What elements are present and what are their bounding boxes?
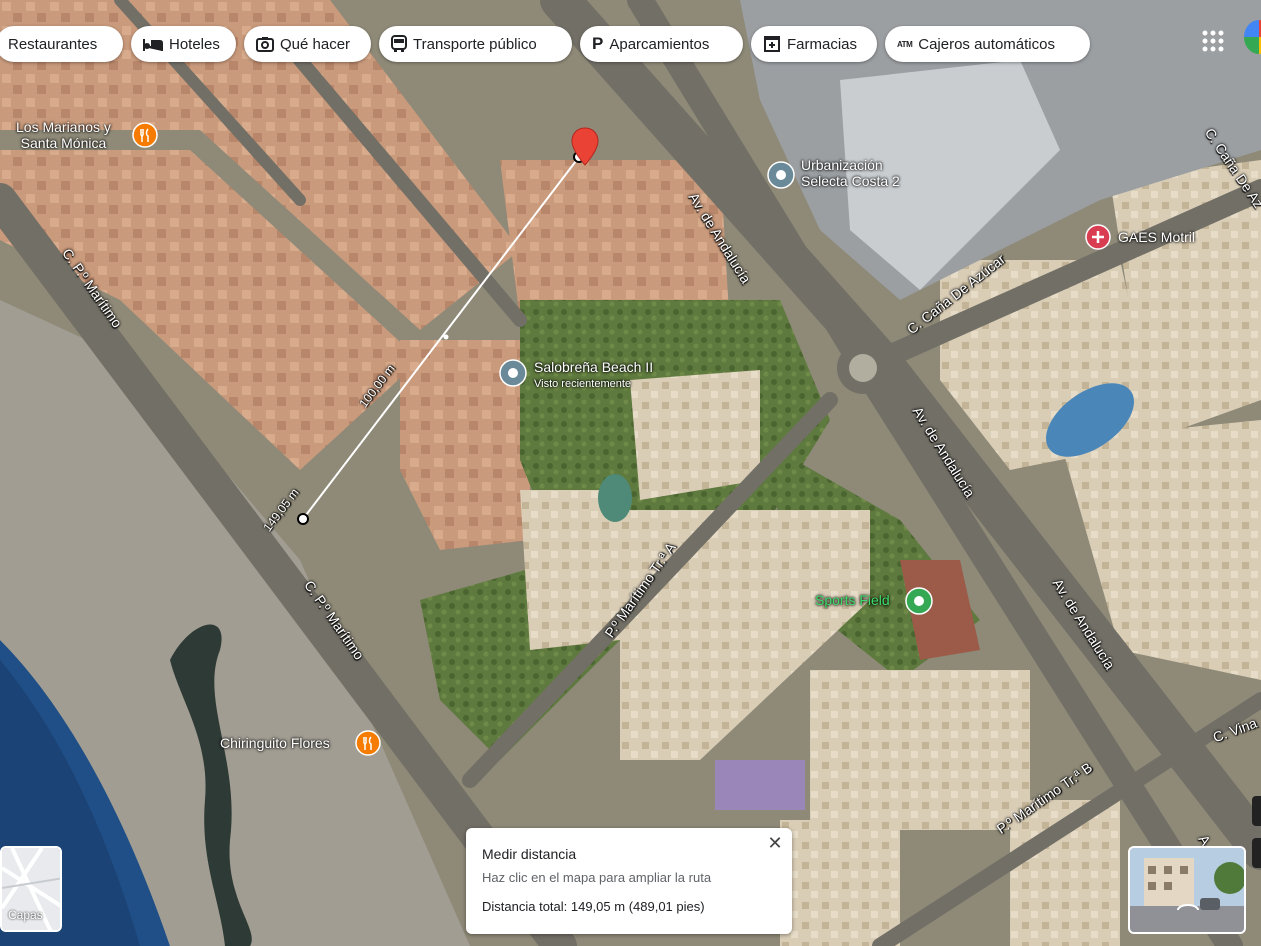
measure-distance-panel: ✕ Medir distancia Haz clic en el mapa pa…	[466, 828, 792, 934]
apps-grid-icon[interactable]	[1198, 26, 1228, 56]
sports-icon[interactable]	[905, 587, 933, 615]
parking-icon: P	[592, 34, 604, 53]
map-control-edge[interactable]	[1252, 796, 1261, 826]
satellite-map[interactable]	[0, 0, 1261, 946]
poi-marker-icon[interactable]	[499, 359, 527, 387]
chip-transporte[interactable]: Transporte público	[379, 26, 572, 62]
chip-label: Transporte público	[413, 35, 537, 53]
pharmacy-icon	[764, 36, 780, 52]
medical-icon[interactable]	[1085, 224, 1111, 250]
street-view-image	[1130, 848, 1244, 932]
bus-icon	[391, 35, 407, 52]
poi-salobrena[interactable]: Salobreña Beach II	[534, 359, 653, 375]
poi-salobrena-subtitle: Visto recientemente	[534, 378, 632, 390]
chip-label: Cajeros automáticos	[918, 35, 1055, 53]
map-control-edge[interactable]	[1252, 838, 1261, 868]
chip-hoteles[interactable]: Hoteles	[131, 26, 236, 62]
street-view-thumbnail[interactable]	[1128, 846, 1246, 934]
atm-icon: ATM	[897, 39, 913, 49]
poi-urbanizacion[interactable]: Urbanización Selecta Costa 2	[801, 157, 900, 189]
poi-label: Los Marianos y Santa Mónica	[16, 119, 111, 151]
chip-label: Aparcamientos	[609, 35, 710, 53]
poi-sports-field[interactable]: Sports Field	[815, 592, 890, 608]
location-pin-icon[interactable]	[569, 127, 601, 167]
close-icon[interactable]: ✕	[764, 832, 786, 854]
chip-label: Hoteles	[169, 35, 220, 53]
bed-icon	[143, 39, 163, 51]
chip-label: Qué hacer	[280, 35, 351, 53]
chip-que-hacer[interactable]: Qué hacer	[244, 26, 371, 62]
chip-label: Restaurantes	[8, 35, 98, 53]
chip-restaurantes[interactable]: Restaurantes	[0, 26, 123, 62]
chip-label: Farmacias	[787, 35, 858, 53]
chip-aparcamientos[interactable]: P Aparcamientos	[580, 26, 743, 62]
restaurant-icon[interactable]	[355, 730, 381, 756]
poi-gaes[interactable]: GAES Motril	[1118, 229, 1195, 245]
chip-cajeros[interactable]: ATM Cajeros automáticos	[885, 26, 1090, 62]
chip-farmacias[interactable]: Farmacias	[751, 26, 877, 62]
layers-label: Capas	[8, 908, 43, 922]
poi-los-marianos[interactable]: Los Marianos y Santa Mónica	[16, 119, 111, 151]
camera-icon	[256, 37, 274, 52]
restaurant-icon[interactable]	[132, 122, 158, 148]
poi-marker-icon[interactable]	[767, 161, 795, 189]
layers-button[interactable]: Capas	[0, 846, 62, 932]
panel-hint: Haz clic en el mapa para ampliar la ruta	[482, 870, 712, 885]
poi-chiringuito[interactable]: Chiringuito Flores	[220, 735, 330, 751]
panel-title: Medir distancia	[482, 846, 577, 862]
total-distance: Distancia total: 149,05 m (489,01 pies)	[482, 899, 705, 914]
